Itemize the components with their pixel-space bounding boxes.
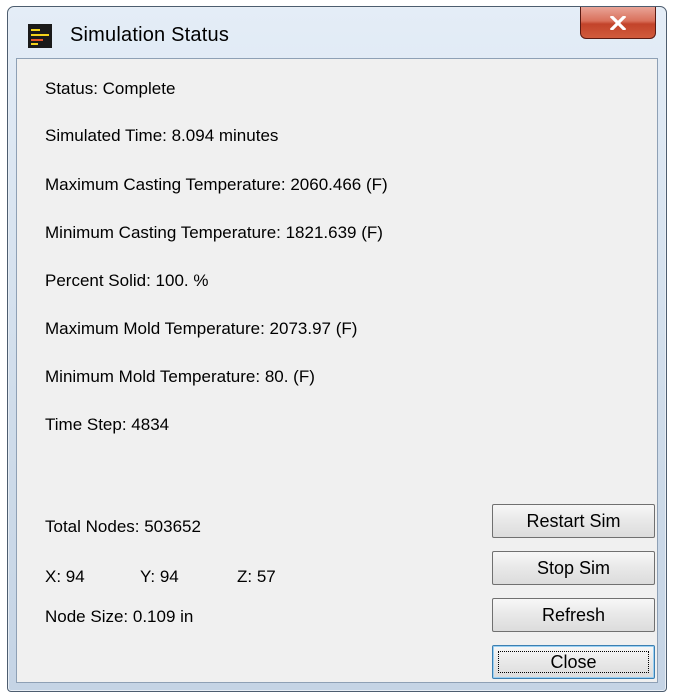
min-casting-temp-label: Minimum Casting Temperature: 1821.639 (F… xyxy=(45,223,383,242)
max-casting-temp-label: Maximum Casting Temperature: 2060.466 (F… xyxy=(45,175,388,194)
restart-sim-button[interactable]: Restart Sim xyxy=(492,504,655,538)
window-title: Simulation Status xyxy=(70,24,230,46)
z-dimension-label: Z: 57 xyxy=(237,567,276,586)
node-size-label: Node Size: 0.109 in xyxy=(45,607,194,626)
y-dimension-label: Y: 94 xyxy=(140,567,179,586)
simulation-status-window: Simulation Status Status: Complete Simul… xyxy=(7,6,667,692)
focus-rectangle xyxy=(498,651,649,673)
min-mold-temp-label: Minimum Mold Temperature: 80. (F) xyxy=(45,367,315,386)
max-mold-temp-label: Maximum Mold Temperature: 2073.97 (F) xyxy=(45,319,358,338)
close-window-button[interactable] xyxy=(580,7,656,39)
status-label: Status: Complete xyxy=(45,79,176,98)
title-bar[interactable]: Simulation Status xyxy=(8,7,666,57)
x-dimension-label: X: 94 xyxy=(45,567,85,586)
simulation-app-icon xyxy=(28,24,52,48)
percent-solid-label: Percent Solid: 100. % xyxy=(45,271,209,290)
refresh-button[interactable]: Refresh xyxy=(492,598,655,632)
client-area: Status: Complete Simulated Time: 8.094 m… xyxy=(16,58,658,683)
close-button[interactable]: Close xyxy=(492,645,655,679)
close-icon xyxy=(610,15,626,30)
simulated-time-label: Simulated Time: 8.094 minutes xyxy=(45,126,279,145)
total-nodes-label: Total Nodes: 503652 xyxy=(45,517,201,536)
time-step-label: Time Step: 4834 xyxy=(45,415,170,434)
stop-sim-button[interactable]: Stop Sim xyxy=(492,551,655,585)
